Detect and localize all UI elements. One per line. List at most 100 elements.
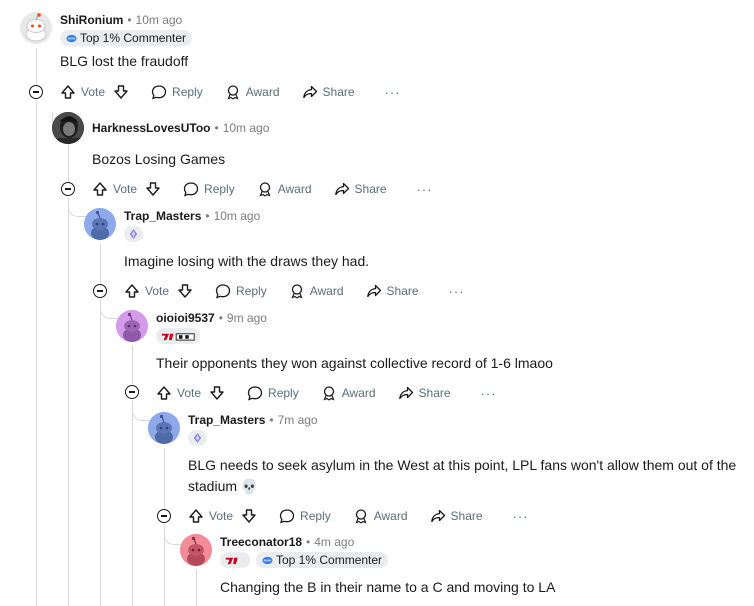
reply-label: Reply (172, 85, 203, 99)
downvote-icon (210, 386, 224, 400)
reply-button[interactable]: Reply (279, 508, 331, 524)
more-options-button[interactable]: ··· (417, 182, 433, 197)
vote-label: Vote (113, 182, 138, 196)
award-label: Award (341, 386, 376, 400)
share-button[interactable]: Share (398, 385, 451, 401)
avatar[interactable] (84, 208, 116, 240)
comment-text: Imagine losing with the draws they had. (124, 253, 370, 269)
thread-connector (100, 300, 119, 319)
timestamp: 10m ago (222, 121, 270, 135)
share-label: Share (418, 386, 451, 400)
snoo-avatar-icon (180, 534, 212, 566)
award-button[interactable]: Award (225, 84, 280, 100)
collapse-button[interactable] (29, 85, 43, 99)
avatar[interactable] (20, 12, 52, 44)
award-icon (291, 284, 303, 299)
reply-button[interactable]: Reply (151, 84, 203, 100)
vote-label: Vote (177, 386, 202, 400)
award-button[interactable]: Award (321, 385, 376, 401)
thread-line (196, 570, 197, 606)
reply-button[interactable]: Reply (183, 181, 235, 197)
share-icon (366, 284, 381, 298)
upvote-button[interactable]: Vote (124, 283, 169, 299)
username[interactable]: HarknessLovesUToo (92, 121, 210, 135)
share-icon (430, 509, 445, 523)
award-button[interactable]: Award (353, 508, 408, 524)
flair-row: Top 1% Commenter (60, 30, 193, 46)
share-button[interactable]: Share (334, 181, 387, 197)
vote-label: Vote (209, 509, 234, 523)
comment-meta: Trap_Masters • 7m ago (188, 412, 318, 428)
avatar[interactable] (116, 310, 148, 342)
more-options-button[interactable]: ··· (481, 386, 497, 401)
thread-connector (68, 198, 87, 217)
downvote-button[interactable] (113, 84, 129, 100)
share-button[interactable]: Share (366, 283, 419, 299)
downvote-button[interactable] (177, 283, 193, 299)
avatar[interactable] (52, 112, 84, 144)
upvote-icon (61, 85, 75, 99)
comment-meta: HarknessLovesUToo • 10m ago (92, 120, 269, 136)
downvote-icon (242, 509, 256, 523)
more-options-button[interactable]: ··· (449, 284, 465, 299)
vote-label: Vote (81, 85, 106, 99)
avatar[interactable] (148, 412, 180, 444)
snoo-avatar-icon (148, 412, 180, 444)
thread-line (132, 400, 133, 606)
avatar[interactable] (180, 534, 212, 566)
share-button[interactable]: Share (302, 84, 355, 100)
username[interactable]: Treeconator18 (220, 535, 302, 549)
upvote-button[interactable]: Vote (188, 508, 233, 524)
reply-label: Reply (268, 386, 299, 400)
comment-text-line: stadium 💀 (188, 478, 259, 494)
collapse-button[interactable] (61, 182, 75, 196)
award-button[interactable]: Award (289, 283, 344, 299)
collapse-button[interactable] (157, 509, 171, 523)
reply-label: Reply (204, 182, 235, 196)
thread-line (36, 100, 37, 606)
reply-label: Reply (300, 509, 331, 523)
upvote-icon (93, 182, 107, 196)
user-flair (220, 552, 250, 568)
thread-line (164, 448, 165, 508)
comment-text: Their opponents they won against collect… (156, 355, 553, 371)
username[interactable]: Trap_Masters (188, 413, 265, 427)
diamond-icon (193, 433, 202, 443)
comment-body: BLG needs to seek asylum in the West at … (188, 455, 748, 497)
comment-meta: Trap_Masters • 10m ago (124, 208, 260, 224)
award-label: Award (373, 509, 408, 523)
more-options-button[interactable]: ··· (513, 509, 529, 524)
collapse-button[interactable] (93, 284, 107, 298)
reply-button[interactable]: Reply (247, 385, 299, 401)
username[interactable]: Trap_Masters (124, 209, 201, 223)
collapse-button[interactable] (125, 385, 139, 399)
comment-text-line: BLG needs to seek asylum in the West at … (188, 457, 737, 473)
share-label: Share (450, 509, 483, 523)
upvote-icon (157, 386, 171, 400)
upvote-button[interactable]: Vote (60, 84, 105, 100)
award-label: Award (309, 284, 344, 298)
user-flair (124, 226, 143, 242)
flair-row (188, 430, 207, 446)
downvote-button[interactable] (209, 385, 225, 401)
comment-body: Bozos Losing Games (92, 149, 225, 170)
thread-line (100, 300, 101, 606)
username[interactable]: oioioi9537 (156, 311, 215, 325)
more-options-button[interactable]: ··· (385, 85, 401, 100)
award-icon (259, 182, 271, 197)
downvote-button[interactable] (145, 181, 161, 197)
user-flair (188, 430, 207, 446)
comment-text: Changing the B in their name to a C and … (220, 579, 556, 595)
reply-button[interactable]: Reply (215, 283, 267, 299)
share-button[interactable]: Share (430, 508, 483, 524)
comment-body: Their opponents they won against collect… (156, 353, 553, 374)
upvote-button[interactable]: Vote (156, 385, 201, 401)
award-button[interactable]: Award (257, 181, 312, 197)
timestamp: 10m ago (213, 209, 261, 223)
comment-bubble-icon (183, 182, 199, 197)
downvote-icon (178, 284, 192, 298)
username[interactable]: ShiRonium (60, 13, 123, 27)
upvote-button[interactable]: Vote (92, 181, 137, 197)
user-flair: Top 1% Commenter (60, 30, 193, 46)
downvote-button[interactable] (241, 508, 257, 524)
